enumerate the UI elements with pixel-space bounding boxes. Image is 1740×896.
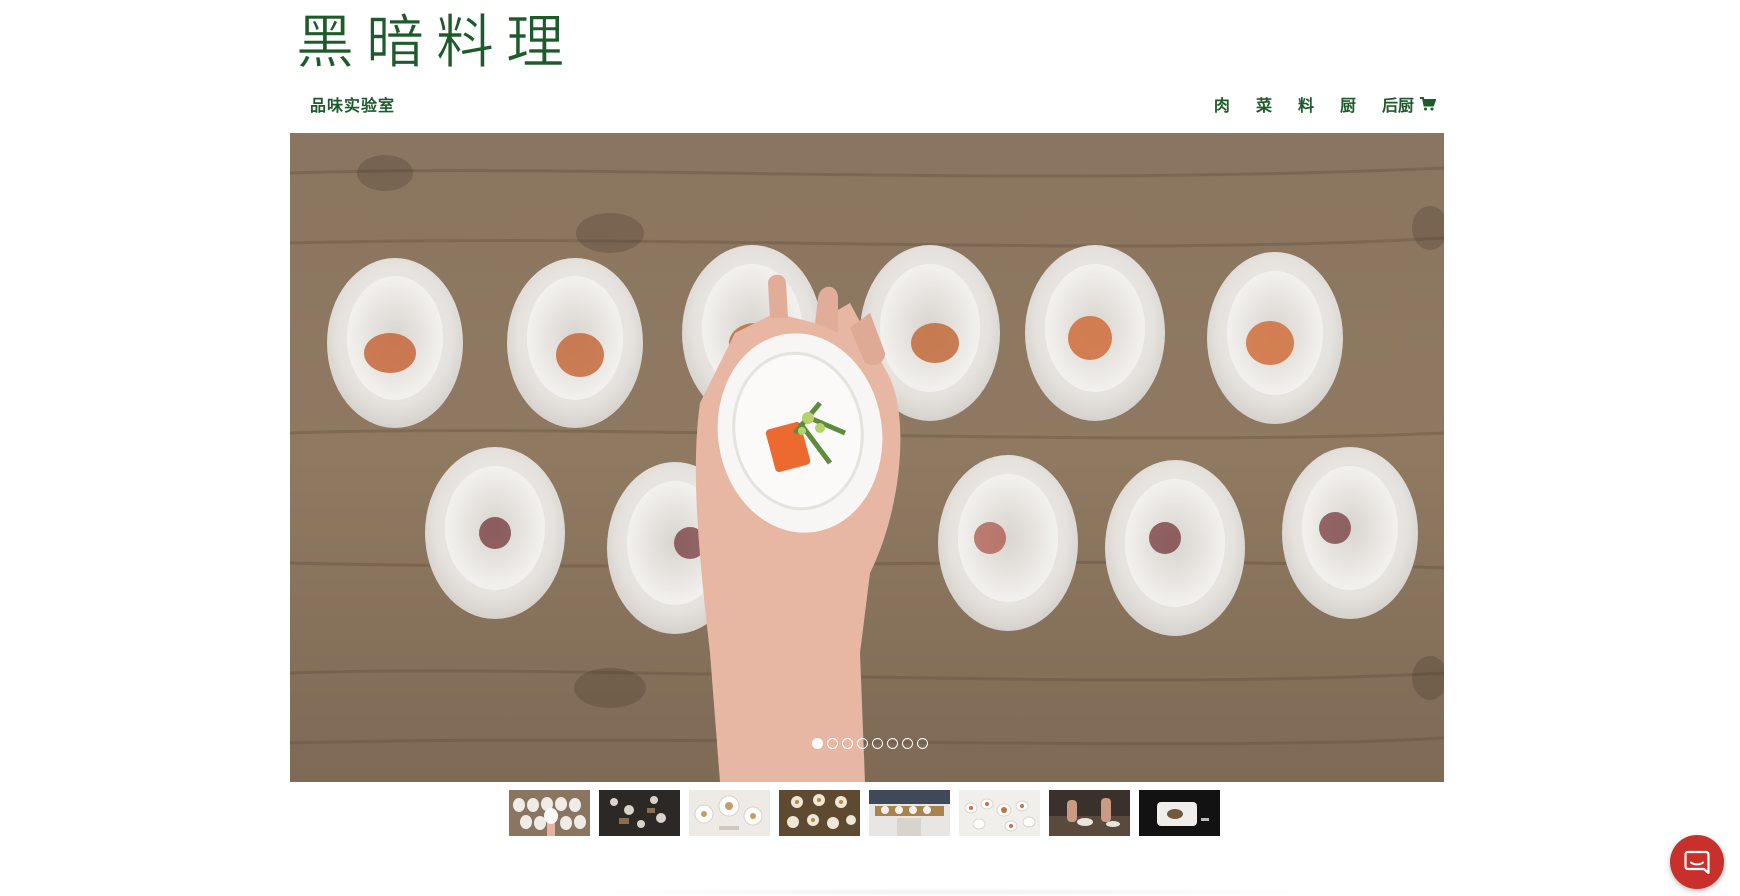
nav-item-kitchen-label: 后厨 (1381, 96, 1414, 115)
nav-item-ingredient[interactable]: 料 (1298, 92, 1314, 116)
nav-item-kitchen-cart[interactable]: 后厨 (1382, 92, 1436, 116)
thumbnail-small-plates-overview[interactable] (959, 790, 1040, 836)
nav-item-meat[interactable]: 肉 (1214, 92, 1230, 116)
page: 黑暗料理 品味实验室 肉 菜 料 厨 后厨 (0, 0, 1740, 896)
thumbnail-hands-plating[interactable] (1049, 790, 1130, 836)
content-shadow (560, 888, 1340, 896)
slide-image-bowls-hand (290, 133, 1444, 782)
slider-dot[interactable] (842, 738, 853, 749)
slider-dot[interactable] (812, 738, 823, 749)
thumbnail-plate-on-black[interactable] (1139, 790, 1220, 836)
slider-dot[interactable] (887, 738, 898, 749)
slider-dot[interactable] (857, 738, 868, 749)
slider-dots (0, 738, 1740, 749)
thumbnail-bowls-on-wood-tray[interactable] (779, 790, 860, 836)
thumbnail-strip (509, 790, 1220, 836)
nav-item-vegetable[interactable]: 菜 (1256, 92, 1272, 116)
slider-dot[interactable] (917, 738, 928, 749)
slider-dot[interactable] (827, 738, 838, 749)
site-logo[interactable]: 黑暗料理 (296, 6, 576, 78)
thumbnail-white-plates-spread[interactable] (689, 790, 770, 836)
thumbnail-tray-held-by-person[interactable] (869, 790, 950, 836)
nav-links: 肉 菜 料 厨 后厨 (1188, 92, 1444, 116)
thumbnail-white-bowls-on-wood[interactable] (509, 790, 590, 836)
slider-dot[interactable] (902, 738, 913, 749)
hero-slider[interactable] (290, 133, 1444, 782)
nav-item-chef[interactable]: 厨 (1340, 92, 1356, 116)
slider-dot[interactable] (872, 738, 883, 749)
shopping-cart-icon (1420, 97, 1436, 111)
top-nav: 品味实验室 肉 菜 料 厨 后厨 (290, 90, 1444, 118)
brand-subtitle[interactable]: 品味实验室 (290, 92, 395, 116)
chat-button[interactable] (1670, 835, 1724, 889)
thumbnail-dishes-on-dark-table[interactable] (599, 790, 680, 836)
chat-bubble-icon (1684, 850, 1710, 875)
